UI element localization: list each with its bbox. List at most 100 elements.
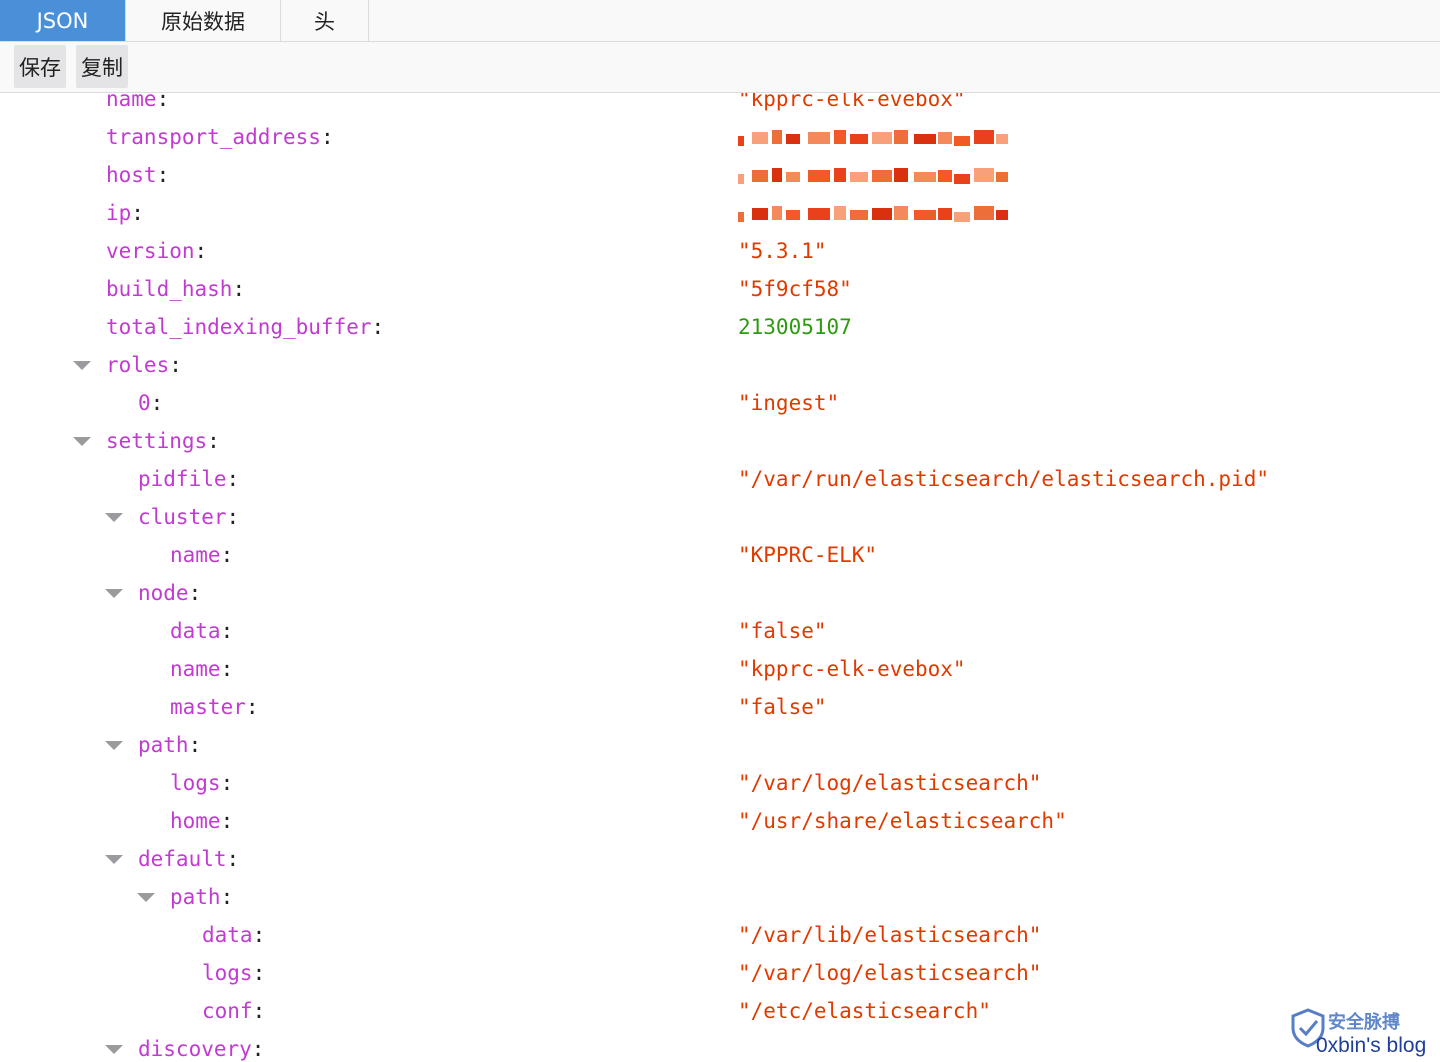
json-colon: :	[188, 581, 202, 605]
json-colon: :	[220, 619, 234, 643]
save-button[interactable]: 保存	[14, 45, 66, 88]
json-key-text: cluster	[138, 505, 227, 529]
json-key: host:	[106, 163, 169, 187]
json-colon: :	[188, 733, 202, 757]
json-row[interactable]: path:	[0, 728, 1440, 766]
json-value: "false"	[738, 619, 827, 643]
json-colon: :	[220, 885, 234, 909]
json-key: logs:	[170, 771, 233, 795]
json-row: build_hash: "5f9cf58"	[0, 272, 1440, 310]
json-key-text: settings	[106, 429, 208, 453]
expand-toggle-icon[interactable]	[73, 361, 91, 370]
expand-toggle-icon[interactable]	[105, 855, 123, 864]
json-value: "5f9cf58"	[738, 277, 852, 301]
json-key: settings:	[106, 429, 220, 453]
json-row[interactable]: default:	[0, 842, 1440, 880]
expand-toggle-icon[interactable]	[105, 589, 123, 598]
json-row: version: "5.3.1"	[0, 234, 1440, 272]
toolbar: 保存 复制	[0, 42, 1440, 93]
tab-json[interactable]: JSON	[0, 0, 126, 41]
redaction-block	[772, 168, 782, 182]
json-key-text: build_hash	[106, 277, 233, 301]
redaction-block	[894, 168, 908, 182]
json-key-text: name	[170, 543, 221, 567]
redaction-block	[974, 168, 994, 182]
json-key-text: logs	[170, 771, 221, 795]
json-value: "KPPRC-ELK"	[738, 543, 878, 567]
json-value: "/var/log/elasticsearch"	[738, 771, 1042, 795]
json-value: "/var/log/elasticsearch"	[738, 961, 1042, 985]
json-value: "kpprc-elk-evebox"	[738, 93, 966, 111]
redaction-block	[850, 172, 868, 182]
json-row: data: "false"	[0, 614, 1440, 652]
json-row: logs: "/var/log/elasticsearch"	[0, 766, 1440, 804]
redaction-block	[996, 172, 1008, 182]
json-colon: :	[156, 93, 170, 111]
json-key: default:	[138, 847, 239, 871]
tab-raw-data[interactable]: 原始数据	[126, 0, 281, 41]
redaction-block	[974, 206, 994, 220]
json-row[interactable]: path:	[0, 880, 1440, 918]
json-key-text: master	[170, 695, 246, 719]
json-colon: :	[252, 999, 266, 1023]
json-tree-viewer: name: "kpprc-elk-evebox" transport_address…	[0, 93, 1440, 1062]
json-colon: :	[194, 239, 208, 263]
redaction-block	[752, 208, 768, 220]
json-colon: :	[245, 695, 259, 719]
expand-toggle-icon[interactable]	[105, 513, 123, 522]
json-key: conf:	[202, 999, 265, 1023]
redaction-block	[772, 206, 782, 220]
json-row: logs: "/var/log/elasticsearch"	[0, 956, 1440, 994]
watermark: 安全脉搏 0xbin's blog	[1288, 1004, 1438, 1062]
redaction-block	[996, 210, 1008, 220]
json-key: ip:	[106, 201, 144, 225]
json-key: transport_address:	[106, 125, 334, 149]
json-key: data:	[170, 619, 233, 643]
json-row[interactable]: node:	[0, 576, 1440, 614]
json-key: name:	[170, 657, 233, 681]
json-value: "kpprc-elk-evebox"	[738, 657, 966, 681]
json-row: 0: "ingest"	[0, 386, 1440, 424]
tab-bar: JSON 原始数据 头	[0, 0, 1440, 42]
json-row[interactable]: roles:	[0, 348, 1440, 386]
redaction-block	[894, 206, 908, 220]
json-colon: :	[226, 467, 240, 491]
json-value: "/var/run/elasticsearch/elasticsearch.pi…	[738, 467, 1270, 491]
json-colon: :	[232, 277, 246, 301]
json-key: pidfile:	[138, 467, 239, 491]
json-key: total_indexing_buffer:	[106, 315, 384, 339]
json-key: master:	[170, 695, 259, 719]
expand-toggle-icon[interactable]	[137, 893, 155, 902]
redaction-block	[834, 206, 846, 220]
json-key-text: path	[170, 885, 221, 909]
json-key: discovery:	[138, 1037, 264, 1061]
json-row: name: "KPPRC-ELK"	[0, 538, 1440, 576]
json-key: roles:	[106, 353, 182, 377]
expand-toggle-icon[interactable]	[73, 437, 91, 446]
redaction-block	[850, 134, 868, 144]
json-row: home: "/usr/share/elasticsearch"	[0, 804, 1440, 842]
redaction-block	[752, 132, 768, 144]
json-key: node:	[138, 581, 201, 605]
json-colon: :	[156, 163, 170, 187]
json-row[interactable]: cluster:	[0, 500, 1440, 538]
expand-toggle-icon[interactable]	[105, 741, 123, 750]
json-key-text: conf	[202, 999, 253, 1023]
redaction-block	[786, 172, 800, 182]
json-colon: :	[252, 923, 266, 947]
copy-button[interactable]: 复制	[76, 45, 128, 88]
json-key-text: path	[138, 733, 189, 757]
json-key-text: data	[170, 619, 221, 643]
expand-toggle-icon[interactable]	[105, 1045, 123, 1054]
redaction-block	[772, 130, 782, 144]
redaction-block	[954, 212, 970, 222]
redaction-block	[808, 170, 830, 182]
json-colon: :	[220, 657, 234, 681]
tab-headers[interactable]: 头	[281, 0, 369, 41]
json-row[interactable]: discovery:	[0, 1032, 1440, 1062]
redaction-block	[738, 212, 744, 222]
redaction-block	[834, 168, 846, 182]
json-key-text: version	[106, 239, 195, 263]
redaction-block	[894, 130, 908, 144]
json-row[interactable]: settings:	[0, 424, 1440, 462]
